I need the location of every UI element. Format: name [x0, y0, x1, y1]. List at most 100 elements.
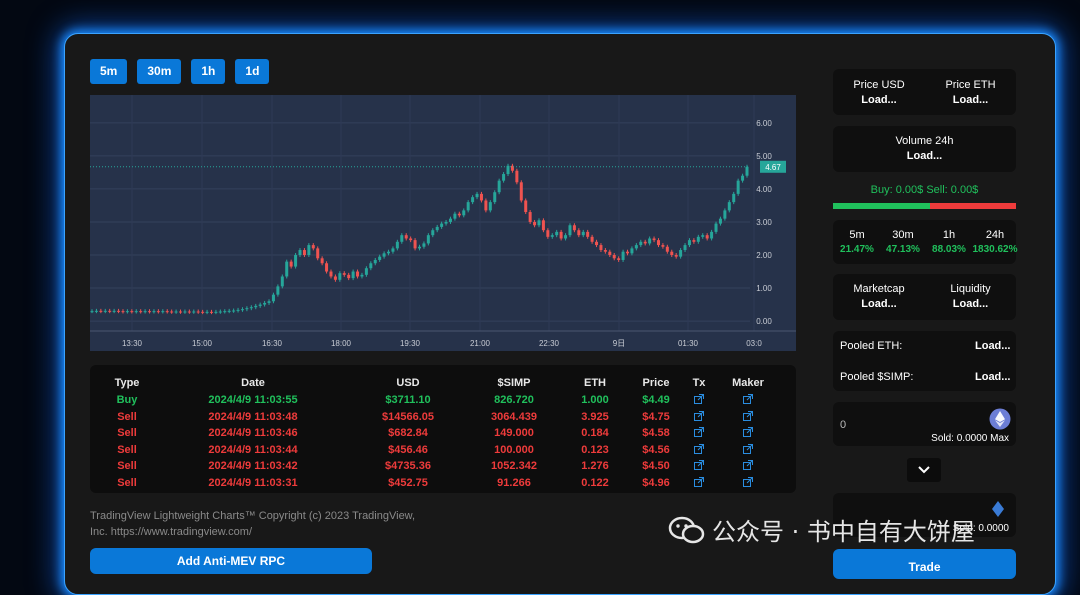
header-eth: ETH	[584, 377, 606, 389]
table-header-row: Type Date USD $SIMP ETH Price Tx Maker	[90, 377, 796, 393]
cell-date: 2024/4/9 11:03:55	[208, 394, 298, 406]
candle-body	[577, 230, 581, 236]
tx-link-icon[interactable]	[694, 477, 704, 490]
tx-link-icon[interactable]	[694, 394, 704, 407]
tx-link-icon[interactable]	[694, 427, 704, 440]
y-tick-label: 1.00	[756, 284, 772, 293]
candle-body	[453, 213, 457, 219]
candle-body	[263, 302, 267, 305]
candle-body	[351, 271, 355, 279]
timeframe-5m-button[interactable]: 5m	[90, 59, 128, 84]
maker-link-icon[interactable]	[743, 427, 753, 440]
candle-body	[603, 250, 607, 252]
table-row: Sell 2024/4/9 11:03:48 $14566.05 3064.439 3.…	[90, 410, 796, 427]
candle-body	[276, 286, 280, 295]
cell-type: Sell	[117, 477, 137, 489]
candle-body	[497, 180, 501, 193]
candle-body	[139, 311, 143, 313]
tradingview-attribution[interactable]: TradingView Lightweight Charts™ Copyrigh…	[90, 508, 430, 540]
candle-body	[418, 246, 421, 249]
swap-direction-button[interactable]	[907, 458, 941, 482]
candle-body	[448, 218, 452, 222]
cell-date: 2024/4/9 11:03:48	[208, 410, 298, 423]
price-usd-value: Load...	[861, 94, 897, 106]
tx-link-icon[interactable]	[694, 410, 704, 424]
candle-body	[298, 250, 302, 255]
candle-body	[687, 240, 691, 246]
tx-link-icon[interactable]	[694, 460, 704, 473]
candle-body	[209, 311, 213, 313]
tx-link-icon[interactable]	[694, 443, 704, 457]
candle-body	[457, 213, 461, 216]
candle-body	[710, 231, 714, 239]
candle-body	[524, 200, 528, 213]
table-row: Sell 2024/4/9 11:03:46 $682.84 149.000 0.184…	[90, 427, 796, 443]
last-price-label: 4.67	[765, 163, 781, 172]
price-card: Price USD Load... Price ETH Load...	[833, 69, 1016, 115]
candle-body	[240, 309, 244, 311]
candle-body	[117, 310, 121, 312]
candle-body	[325, 263, 329, 272]
cell-date: 2024/4/9 11:03:44	[208, 443, 298, 456]
header-simp: $SIMP	[497, 377, 531, 389]
cell-date: 2024/4/9 11:03:31	[208, 477, 298, 489]
trades-table: Type Date USD $SIMP ETH Price Tx Maker B…	[90, 365, 796, 493]
candle-body	[382, 253, 386, 257]
price-change-card: 5m 21.47% 30m 47.13% 1h 88.03% 24h 1830.62%	[833, 220, 1018, 264]
candle-body	[285, 261, 289, 277]
change-value-30m: 47.13%	[886, 244, 920, 255]
cell-eth: 0.184	[581, 427, 609, 440]
candle-body	[205, 311, 209, 313]
candle-body	[652, 238, 656, 241]
candle-body	[183, 311, 187, 313]
candle-body	[112, 310, 116, 312]
maker-link-icon[interactable]	[743, 443, 753, 457]
cell-eth: 1.000	[581, 394, 609, 406]
candle-body	[462, 210, 466, 216]
candle-body	[378, 256, 382, 260]
wechat-icon	[668, 516, 705, 544]
y-tick-label: 4.00	[756, 185, 772, 194]
candle-body	[267, 301, 271, 303]
candle-body	[395, 241, 399, 249]
candle-body	[373, 259, 377, 264]
swap-from-amount-input[interactable]: 0	[840, 419, 846, 431]
cell-date: 2024/4/9 11:03:42	[208, 460, 298, 473]
timeframe-1d-button[interactable]: 1d	[235, 59, 270, 84]
candle-body	[333, 276, 337, 280]
simp-token-icon[interactable]	[991, 500, 1005, 518]
eth-token-icon[interactable]	[989, 408, 1011, 430]
timeframe-30m-button[interactable]: 30m	[137, 59, 182, 84]
candle-body	[661, 245, 665, 247]
candle-body	[568, 225, 572, 236]
header-price: Price	[642, 377, 670, 389]
candle-body	[227, 310, 231, 312]
table-row: Sell 2024/4/9 11:03:42 $4735.36 1052.342 1.2…	[90, 460, 796, 476]
maker-link-icon[interactable]	[743, 477, 753, 490]
x-tick-label: 19:30	[400, 339, 421, 348]
candle-body	[307, 245, 311, 255]
timeframe-1h-button[interactable]: 1h	[191, 59, 226, 84]
change-value-24h: 1830.62%	[972, 244, 1018, 255]
candle-body	[705, 235, 709, 239]
maker-link-icon[interactable]	[743, 394, 753, 407]
y-tick-label: 0.00	[756, 317, 772, 326]
y-tick-label: 2.00	[756, 251, 772, 260]
price-chart[interactable]: 6.00 5.00 4.00 3.00 2.00 1.00 0.00 13:30 15:00 16…	[90, 95, 796, 351]
candle-body	[648, 238, 652, 244]
candle-body	[732, 193, 736, 203]
sold-max-label[interactable]: Sold: 0.0000 Max	[931, 433, 1009, 444]
candle-body	[586, 231, 590, 237]
candle-body	[170, 311, 174, 313]
candle-body	[599, 245, 603, 251]
timeframe-selector: 5m 30m 1h 1d	[90, 59, 270, 84]
trade-button[interactable]: Trade	[833, 549, 1016, 579]
candle-body	[108, 310, 112, 312]
candle-body	[387, 251, 391, 254]
maker-link-icon[interactable]	[743, 460, 753, 473]
candle-body	[245, 308, 249, 310]
add-anti-mev-rpc-button[interactable]: Add Anti-MEV RPC	[90, 548, 372, 574]
candle-body	[502, 174, 506, 181]
maker-link-icon[interactable]	[743, 410, 753, 424]
candle-body	[134, 311, 138, 313]
